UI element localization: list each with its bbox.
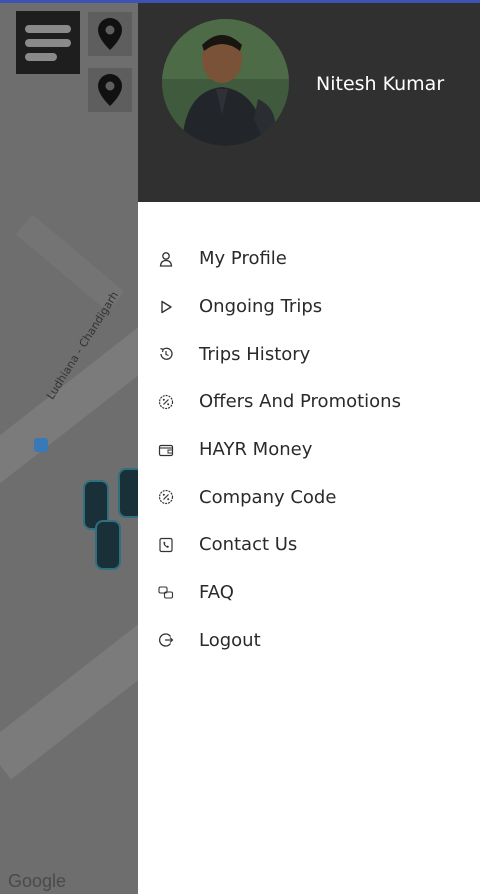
menu-item-label: Company Code: [199, 486, 337, 508]
chat-bubbles-icon: [158, 586, 174, 599]
map-pin-icon: [98, 18, 122, 50]
menu-item-ongoing-trips[interactable]: Ongoing Trips: [138, 283, 480, 331]
phone-icon: [159, 537, 173, 553]
menu-item-company-code[interactable]: Company Code: [138, 473, 480, 521]
map-pin-icon: [98, 74, 122, 106]
menu-item-hayr-money[interactable]: HAYR Money: [138, 426, 480, 474]
hamburger-icon-line: [25, 53, 57, 61]
bus-stop-icon: [34, 438, 48, 452]
hamburger-icon-line: [25, 39, 71, 47]
play-icon: [161, 300, 172, 313]
menu-item-label: Trips History: [199, 343, 311, 365]
menu-item-faq[interactable]: FAQ: [138, 569, 480, 617]
menu-item-label: My Profile: [199, 248, 287, 270]
menu-item-label: Logout: [199, 629, 261, 651]
menu-item-label: Offers And Promotions: [199, 391, 401, 413]
hamburger-menu-button[interactable]: [16, 11, 80, 74]
menu-item-my-profile[interactable]: My Profile: [138, 235, 480, 283]
drawer-header: Nitesh Kumar: [138, 3, 480, 202]
status-accent-bar: [0, 0, 480, 3]
menu-item-label: FAQ: [199, 582, 234, 604]
logout-icon: [159, 633, 174, 647]
location-button[interactable]: [88, 68, 132, 112]
percent-badge-icon: [158, 490, 174, 505]
location-button[interactable]: [88, 12, 132, 56]
menu-item-trips-history[interactable]: Trips History: [138, 330, 480, 378]
user-name: Nitesh Kumar: [316, 73, 445, 95]
avatar[interactable]: [162, 19, 289, 146]
menu-item-contact-us[interactable]: Contact Us: [138, 521, 480, 569]
person-icon: [159, 251, 173, 267]
navigation-drawer: Nitesh Kumar My Profile Ongoing Trips Tr…: [138, 3, 480, 894]
menu-item-logout[interactable]: Logout: [138, 617, 480, 665]
menu-item-label: HAYR Money: [199, 439, 313, 461]
menu-item-label: Contact Us: [199, 534, 298, 556]
menu-item-label: Ongoing Trips: [199, 296, 323, 318]
drawer-menu: My Profile Ongoing Trips Trips History O…: [138, 235, 480, 664]
hamburger-icon: [25, 25, 71, 33]
car-icon: [95, 520, 121, 570]
profile-photo: [162, 19, 289, 146]
percent-badge-icon: [158, 394, 174, 410]
menu-item-offers-and-promotions[interactable]: Offers And Promotions: [138, 378, 480, 426]
google-attribution: Google: [8, 871, 67, 891]
wallet-icon: [158, 444, 174, 456]
history-icon: [160, 347, 173, 361]
